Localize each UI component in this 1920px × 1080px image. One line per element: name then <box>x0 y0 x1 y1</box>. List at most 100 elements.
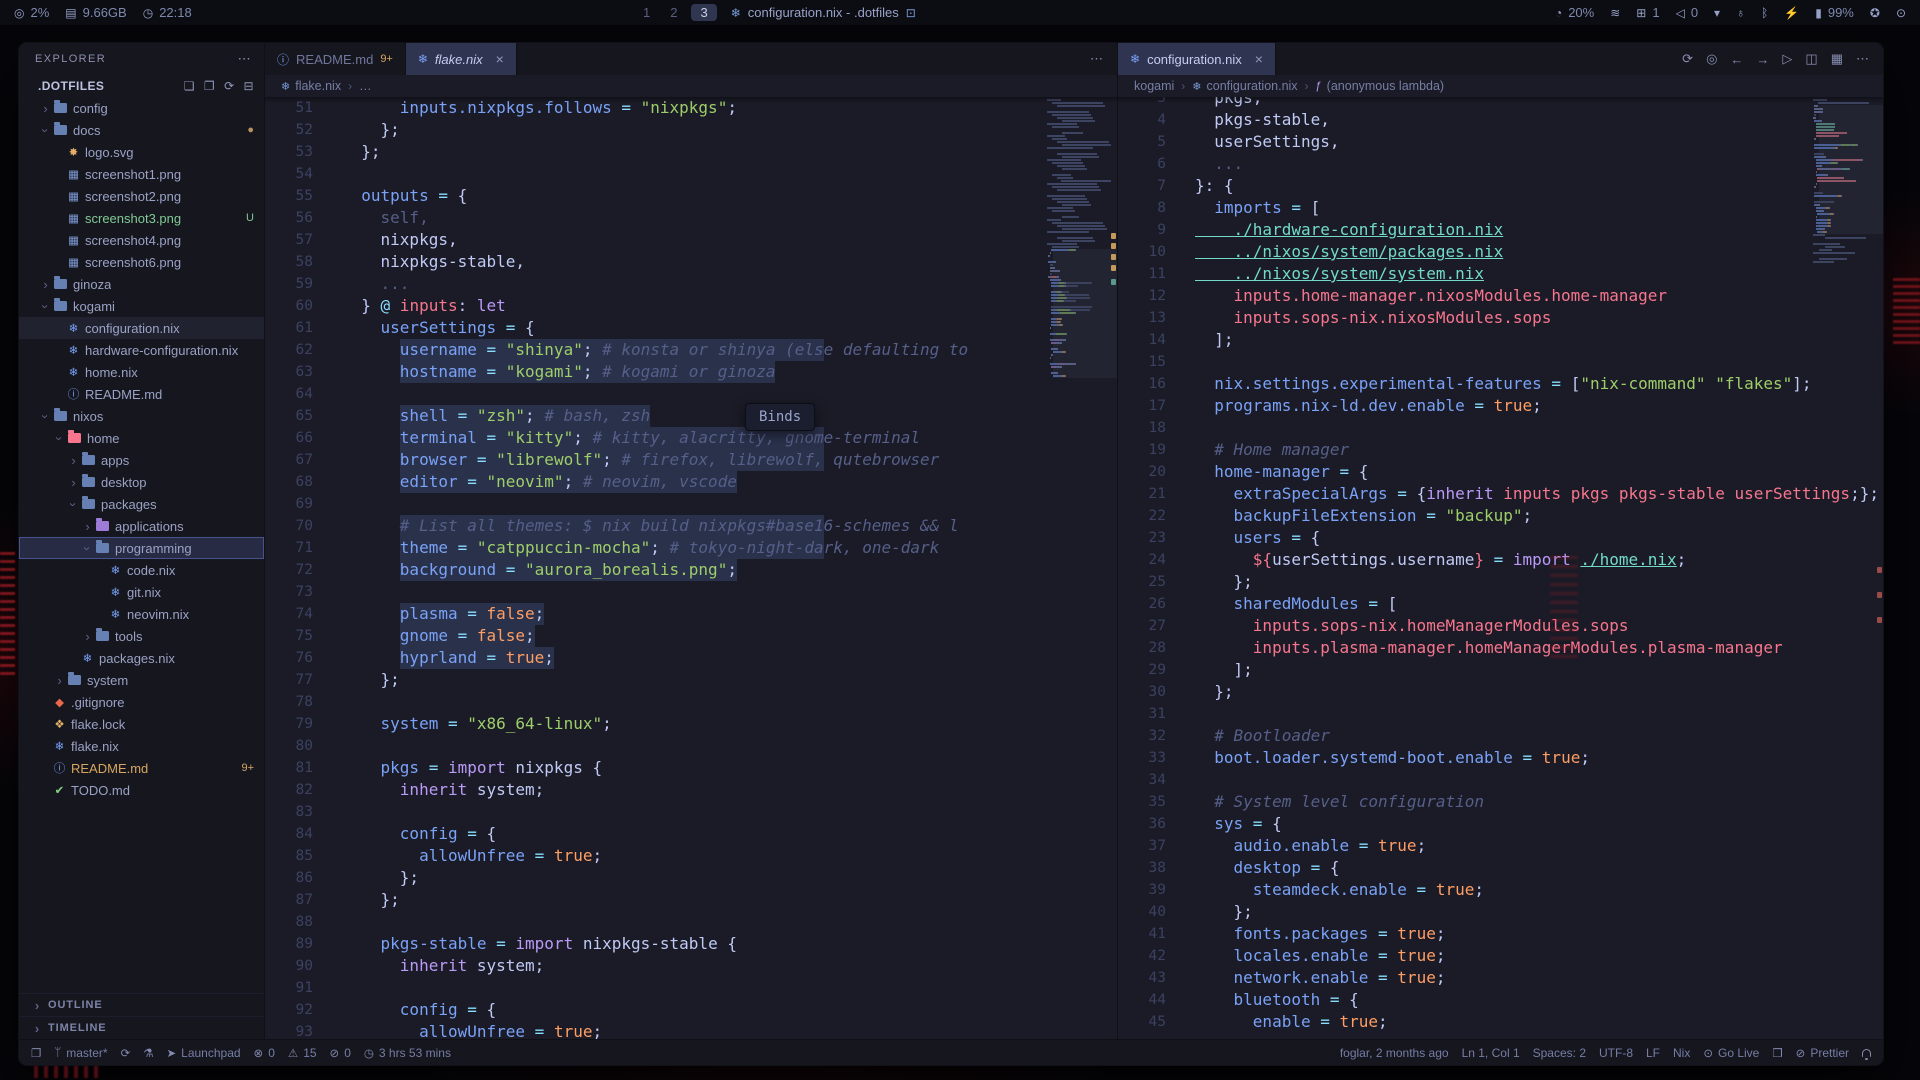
more-actions-icon[interactable]: ⋯ <box>1090 51 1103 67</box>
tab-flake-nix[interactable]: ❄flake.nix× <box>406 43 517 75</box>
breadcrumb-item-anonymous-lambda[interactable]: ƒ(anonymous lambda) <box>1316 79 1445 93</box>
breadcrumb-item-kogami[interactable]: kogami <box>1134 79 1174 93</box>
indentation-item[interactable]: Spaces: 2 <box>1533 1046 1586 1060</box>
tab-configuration-nix[interactable]: ❄configuration.nix× <box>1118 43 1276 75</box>
split-editor-icon[interactable]: ◫ <box>1805 51 1817 67</box>
wifi-module[interactable]: ≋ <box>1610 6 1620 20</box>
browser-preview-icon[interactable]: ❒ <box>1772 1046 1782 1060</box>
tree-item-git-nix[interactable]: ❄git.nix <box>19 581 264 603</box>
tree-item-todo-md[interactable]: ✔TODO.md <box>19 779 264 801</box>
tree-item-readme-md[interactable]: ⓘREADME.md <box>19 383 264 405</box>
cursor-position-item[interactable]: Ln 1, Col 1 <box>1462 1046 1520 1060</box>
tree-item-tools[interactable]: ›tools <box>19 625 264 647</box>
tree-item-screenshot3-png[interactable]: ▦screenshot3.pngU <box>19 207 264 229</box>
close-icon[interactable]: × <box>1255 51 1263 67</box>
tab-readme-md[interactable]: ⓘREADME.md9+ <box>265 43 406 75</box>
git-blame-item[interactable]: foglar, 2 months ago <box>1340 1046 1449 1060</box>
errors-item[interactable]: ⊗0 <box>254 1046 275 1060</box>
sync-icon[interactable]: ⟳ <box>1682 51 1693 67</box>
go-live-item[interactable]: ⊙Go Live <box>1703 1046 1759 1060</box>
power-plug-module[interactable]: ⚡ <box>1784 6 1799 20</box>
security-module[interactable]: ✪ <box>1870 6 1880 20</box>
beaker-icon[interactable]: ⚗ <box>143 1046 153 1060</box>
mic-module[interactable]: ♁ <box>1736 6 1745 20</box>
tree-item-screenshot6-png[interactable]: ▦screenshot6.png <box>19 251 264 273</box>
tree-item-screenshot4-png[interactable]: ▦screenshot4.png <box>19 229 264 251</box>
tree-item-code-nix[interactable]: ❄code.nix <box>19 559 264 581</box>
collapse-folders-icon[interactable]: ⊟ <box>244 79 254 93</box>
file-tree[interactable]: .DOTFILES ❏❐⟳⊟ ›config›docs●✸logo.svg▦sc… <box>19 75 264 993</box>
minimap[interactable] <box>1813 99 1877 263</box>
tree-item-docs[interactable]: ›docs● <box>19 119 264 141</box>
breadcrumb-item-flake-nix[interactable]: ❄flake.nix <box>281 79 341 93</box>
gauge-module[interactable]: ◔20% <box>1555 5 1594 20</box>
tree-item-kogami[interactable]: ›kogami <box>19 295 264 317</box>
clock-module[interactable]: ◷22:18 <box>143 5 192 20</box>
warnings-item[interactable]: ⚠15 <box>288 1046 317 1060</box>
tree-item-neovim-nix[interactable]: ❄neovim.nix <box>19 603 264 625</box>
tree-root-dotfiles[interactable]: .DOTFILES ❏❐⟳⊟ <box>19 75 264 97</box>
git-branch-item[interactable]: ᛘmaster* <box>54 1046 107 1060</box>
bluetooth-module[interactable]: ᛒ <box>1761 6 1768 20</box>
new-folder-icon[interactable]: ❐ <box>204 79 215 93</box>
tree-item-packages[interactable]: ›packages <box>19 493 264 515</box>
tree-item-desktop[interactable]: ›desktop <box>19 471 264 493</box>
launchpad-item[interactable]: ➤Launchpad <box>167 1046 241 1060</box>
tree-item-configuration-nix[interactable]: ❄configuration.nix <box>19 317 264 339</box>
bell-icon[interactable] <box>1862 1049 1871 1057</box>
navigate-back-icon[interactable]: ← <box>1730 52 1743 67</box>
circle-slash-item[interactable]: ⊘0 <box>330 1046 351 1060</box>
tree-item-readme-md[interactable]: ⓘREADME.md9+ <box>19 757 264 779</box>
tree-item-programming[interactable]: ›programming <box>19 537 264 559</box>
tree-item-ginoza[interactable]: ›ginoza <box>19 273 264 295</box>
memory-module[interactable]: ▤9.66GB <box>65 5 126 20</box>
close-icon[interactable]: × <box>496 51 504 67</box>
tree-item-home[interactable]: ›home <box>19 427 264 449</box>
tree-item-system[interactable]: ›system <box>19 669 264 691</box>
tree-item-screenshot2-png[interactable]: ▦screenshot2.png <box>19 185 264 207</box>
workspace-3[interactable]: 3 <box>691 4 716 21</box>
navigate-forward-icon[interactable]: → <box>1756 52 1769 67</box>
section-outline[interactable]: ›OUTLINE <box>19 993 264 1016</box>
tree-item-flake-lock[interactable]: ❖flake.lock <box>19 713 264 735</box>
tree-item-flake-nix[interactable]: ❄flake.nix <box>19 735 264 757</box>
tree-item-config[interactable]: ›config <box>19 97 264 119</box>
code-area[interactable]: 3 pkgs,4 pkgs-stable,5 userSettings,6 ..… <box>1118 97 1883 1039</box>
more-actions-icon[interactable]: ⋯ <box>1856 51 1869 67</box>
minimap[interactable] <box>1047 99 1111 377</box>
wakatime-item[interactable]: ◷3 hrs 53 mins <box>364 1046 451 1060</box>
tree-item-nixos[interactable]: ›nixos <box>19 405 264 427</box>
encoding-item[interactable]: UTF-8 <box>1599 1046 1633 1060</box>
monitor-module[interactable]: ⊞1 <box>1636 5 1659 20</box>
breadcrumb-item-[interactable]: … <box>359 79 372 93</box>
new-file-icon[interactable]: ❏ <box>184 79 195 93</box>
views-more-icon[interactable]: ⋯ <box>238 51 252 67</box>
prettier-item[interactable]: ⊘Prettier <box>1796 1046 1849 1060</box>
code-area[interactable]: 51 inputs.nixpkgs.follows = "nixpkgs";52… <box>265 97 1117 1039</box>
tree-item-screenshot1-png[interactable]: ▦screenshot1.png <box>19 163 264 185</box>
run-icon[interactable]: ▷ <box>1782 51 1792 67</box>
tree-item-home-nix[interactable]: ❄home.nix <box>19 361 264 383</box>
breadcrumb-item-configuration-nix[interactable]: ❄configuration.nix <box>1192 79 1297 93</box>
workspace-2[interactable]: 2 <box>664 5 683 20</box>
language-mode-item[interactable]: Nix <box>1673 1046 1690 1060</box>
tree-item-gitignore[interactable]: ◆.gitignore <box>19 691 264 713</box>
tree-item-apps[interactable]: ›apps <box>19 449 264 471</box>
section-timeline[interactable]: ›TIMELINE <box>19 1016 264 1039</box>
chevron-down-module[interactable]: ▾ <box>1714 6 1720 20</box>
tree-item-packages-nix[interactable]: ❄packages.nix <box>19 647 264 669</box>
battery-module[interactable]: ▮99% <box>1815 5 1854 20</box>
eol-item[interactable]: LF <box>1646 1046 1660 1060</box>
remote-window-icon[interactable]: ❐ <box>31 1046 41 1060</box>
tree-item-logo-svg[interactable]: ✸logo.svg <box>19 141 264 163</box>
power-module[interactable]: ⊙ <box>1896 6 1906 20</box>
tree-item-hardware-configuration-nix[interactable]: ❄hardware-configuration.nix <box>19 339 264 361</box>
editor-layout-icon[interactable]: ▦ <box>1831 51 1843 67</box>
compare-icon[interactable]: ◎ <box>1706 51 1717 67</box>
sync-icon[interactable]: ⟳ <box>121 1046 131 1060</box>
tree-item-applications[interactable]: ›applications <box>19 515 264 537</box>
cpu-module[interactable]: ◎2% <box>14 5 49 20</box>
volume-module[interactable]: ◁0 <box>1676 5 1698 20</box>
workspace-1[interactable]: 1 <box>637 5 656 20</box>
refresh-explorer-icon[interactable]: ⟳ <box>224 79 234 93</box>
